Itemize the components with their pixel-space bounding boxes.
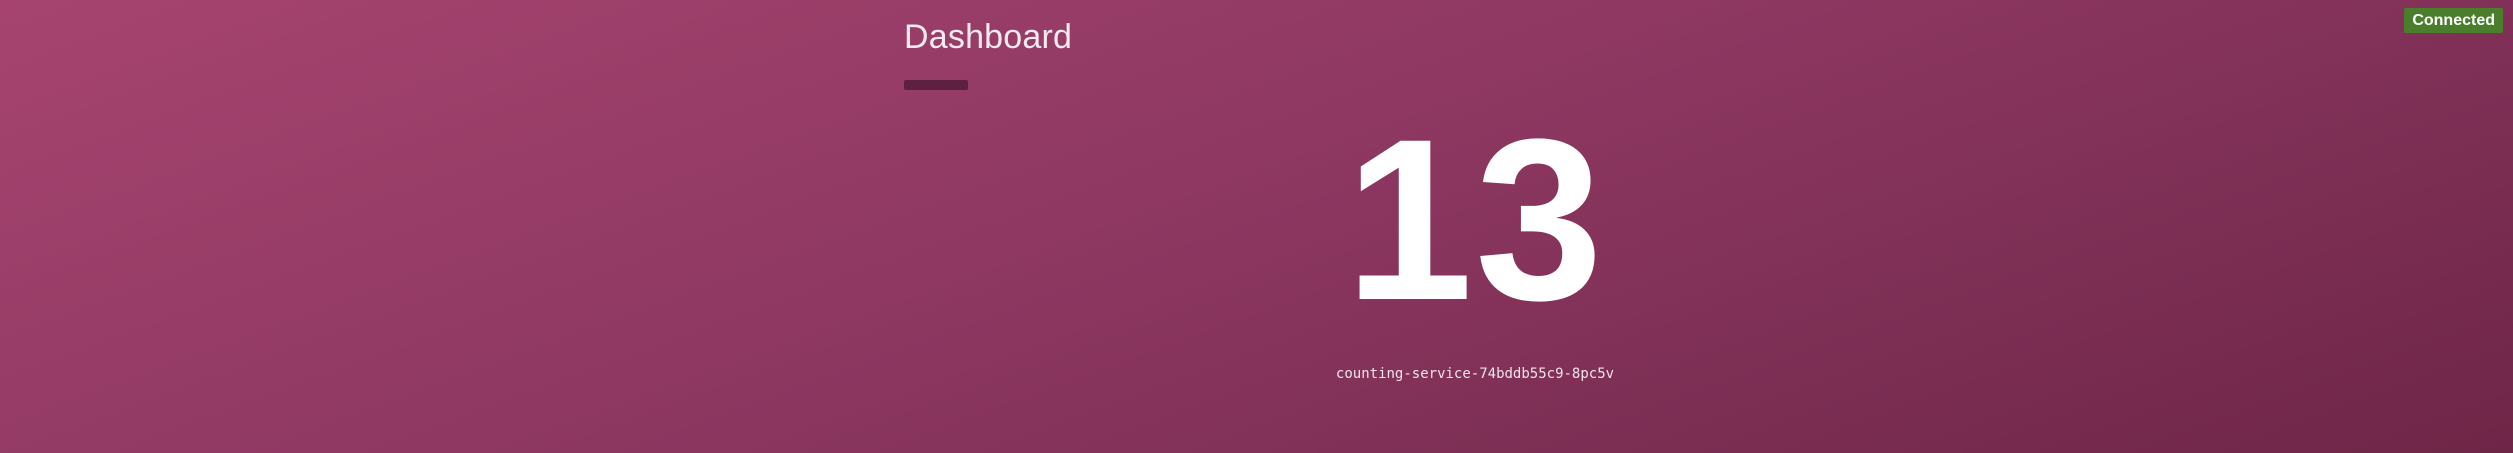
title-underline (904, 80, 968, 90)
service-id-label: counting-service-74bddb55c9-8pc5v (1335, 366, 1615, 382)
status-badge: Connected (2404, 8, 2503, 34)
counter-value: 13 (1345, 91, 1605, 348)
page-title: Dashboard (904, 18, 1073, 56)
